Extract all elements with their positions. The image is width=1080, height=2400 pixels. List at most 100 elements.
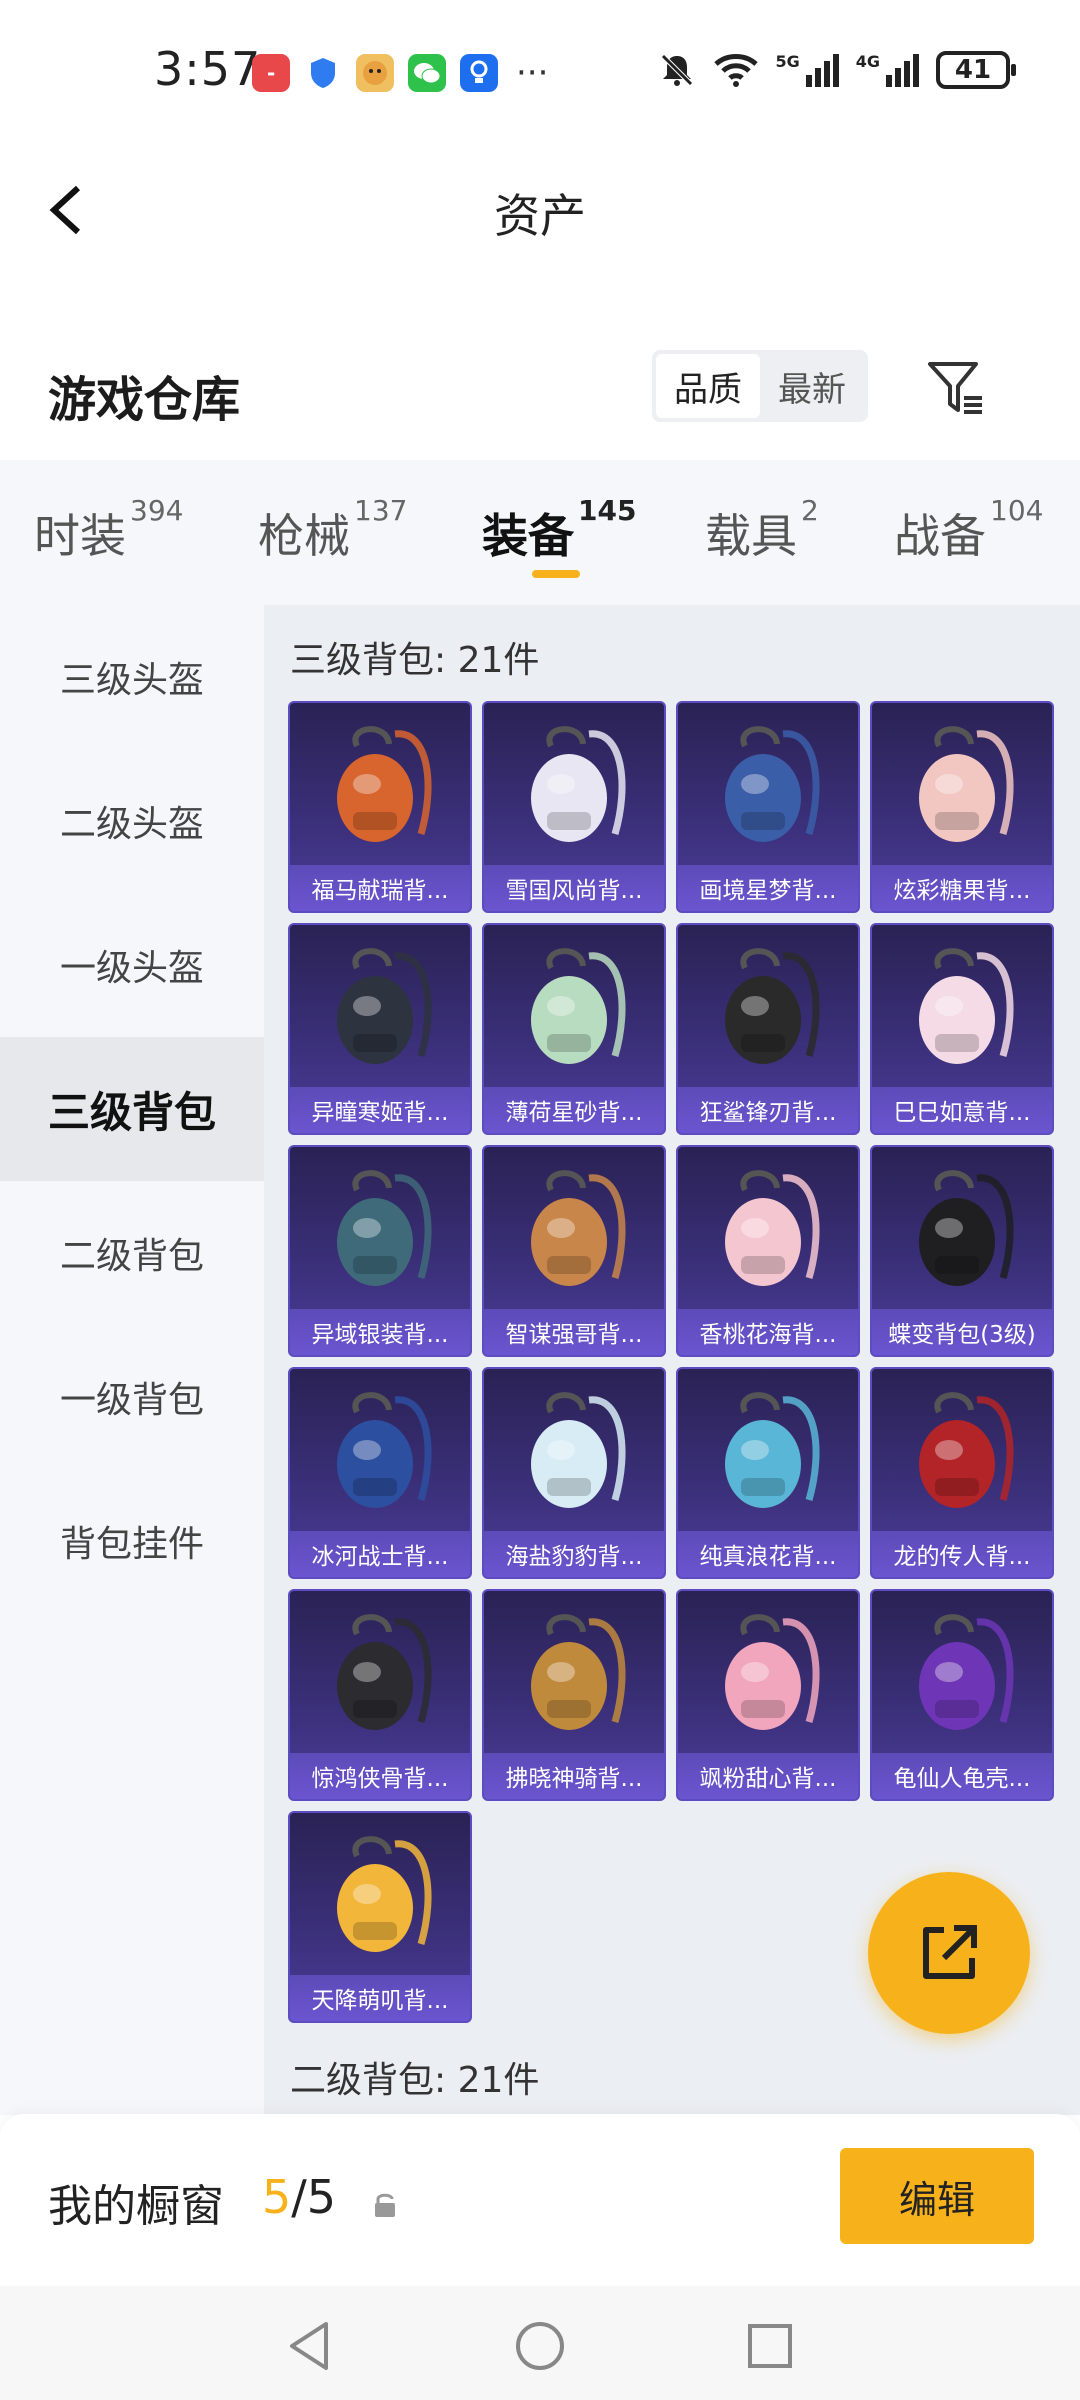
item-card[interactable]: 雪国风尚背... (482, 701, 666, 913)
tab-count: 137 (354, 494, 408, 527)
item-card[interactable]: 海盐豹豹背... (482, 1367, 666, 1579)
network-5g-label: 5G (775, 51, 800, 71)
sidebar-item-backpack-2[interactable]: 二级背包 (0, 1181, 264, 1325)
item-card[interactable]: 纯真浪花背... (676, 1367, 860, 1579)
sidebar-item-backpack-1[interactable]: 一级背包 (0, 1325, 264, 1469)
sidebar-item-helmet-2[interactable]: 二级头盔 (0, 749, 264, 893)
sidebar-item-helmet-1[interactable]: 一级头盔 (0, 893, 264, 1037)
network-4g-label: 4G (855, 51, 880, 71)
item-name: 纯真浪花背... (678, 1531, 858, 1577)
tab-label: 战备 (894, 509, 986, 563)
item-card[interactable]: 画境星梦背... (676, 701, 860, 913)
warehouse-title: 游戏仓库 (48, 372, 241, 428)
item-name: 龙的传人背... (872, 1531, 1052, 1577)
tab-gear[interactable]: 战备 104 (894, 494, 1043, 566)
nav-home-icon[interactable] (510, 2316, 570, 2376)
nav-recents-icon[interactable] (740, 2316, 800, 2376)
item-name: 福马献瑞背... (290, 865, 470, 911)
subcategory-sidebar: 三级头盔 二级头盔 一级头盔 三级背包 二级背包 一级背包 背包挂件 (0, 605, 264, 2115)
item-card[interactable]: 异域银装背... (288, 1145, 472, 1357)
signal-icon (886, 54, 919, 87)
tab-label: 载具 (705, 509, 797, 563)
item-name: 海盐豹豹背... (484, 1531, 664, 1577)
battery-icon: 41 (936, 51, 1016, 89)
showcase-count-current: 5 (262, 2170, 292, 2224)
edit-button[interactable]: 编辑 (840, 2148, 1034, 2244)
knight-backpack-icon (290, 1591, 470, 1757)
shield-icon (304, 54, 342, 92)
golden-backpack-icon (484, 1591, 664, 1757)
item-card[interactable]: 福马献瑞背... (288, 701, 472, 913)
nav-back-icon[interactable] (280, 2316, 340, 2376)
system-nav-bar (0, 2286, 1080, 2400)
seal-backpack-icon (484, 1369, 664, 1535)
item-card[interactable]: 炫彩糖果背... (870, 701, 1054, 913)
wifi-icon (714, 54, 759, 87)
item-name: 狂鲨锋刃背... (678, 1087, 858, 1133)
hamster-backpack-icon (484, 1147, 664, 1313)
tab-label: 时装 (34, 509, 126, 563)
app-header: 资产 (0, 150, 1080, 270)
item-name: 异瞳寒姬背... (290, 1087, 470, 1133)
item-card[interactable]: 巳巳如意背... (870, 923, 1054, 1135)
item-card[interactable]: 飒粉甜心背... (676, 1589, 860, 1801)
item-card[interactable]: 惊鸿侠骨背... (288, 1589, 472, 1801)
status-indicators: 5G 4G 41 (657, 50, 1016, 90)
status-bar: 3:57 ▬ ··· 5G 4G 41 (0, 0, 1080, 140)
sidebar-item-helmet-3[interactable]: 三级头盔 (0, 605, 264, 749)
group-label-backpack-3: 三级背包: 21件 (290, 640, 540, 681)
sort-quality-button[interactable]: 品质 (656, 354, 760, 418)
sidebar-item-backpack-3[interactable]: 三级背包 (0, 1037, 264, 1181)
showcase-bar: 我的橱窗 5/5 编辑 (0, 2114, 1080, 2286)
item-name: 薄荷星砂背... (484, 1087, 664, 1133)
dragon-backpack-icon (872, 1369, 1052, 1535)
sort-newest-button[interactable]: 最新 (760, 354, 864, 418)
mech-backpack-icon (290, 1147, 470, 1313)
item-card[interactable]: 冰河战士背... (288, 1367, 472, 1579)
page-title: 资产 (494, 189, 586, 243)
item-name: 龟仙人龟壳... (872, 1753, 1052, 1799)
item-name: 巳巳如意背... (872, 1087, 1052, 1133)
item-name: 香桃花海背... (678, 1309, 858, 1355)
wechat-icon (408, 54, 446, 92)
item-name: 智谋强哥背... (484, 1309, 664, 1355)
tab-count: 394 (130, 494, 184, 527)
tab-fashion[interactable]: 时装 394 (34, 494, 183, 566)
huawei-store-icon: ▬ (252, 54, 290, 92)
item-card[interactable]: 智谋强哥背... (482, 1145, 666, 1357)
item-card[interactable]: 异瞳寒姬背... (288, 923, 472, 1135)
item-card[interactable]: 薄荷星砂背... (482, 923, 666, 1135)
battery-level: 41 (954, 55, 992, 85)
item-card[interactable]: 蝶变背包(3级) (870, 1145, 1054, 1357)
warrior-backpack-icon (290, 1369, 470, 1535)
mute-icon (661, 54, 694, 86)
butterfly-backpack-icon (872, 1147, 1052, 1313)
wave-backpack-icon (678, 1369, 858, 1535)
item-card[interactable]: 龙的传人背... (870, 1367, 1054, 1579)
showcase-count: 5/5 (262, 2170, 336, 2224)
showcase-label: 我的橱窗 (48, 2181, 224, 2232)
peach-backpack-icon (678, 1147, 858, 1313)
tab-equipment[interactable]: 装备 145 (482, 494, 636, 566)
item-name: 画境星梦背... (678, 865, 858, 911)
showcase-count-total: /5 (291, 2170, 337, 2224)
category-tabs: 时装 394 枪械 137 装备 145 载具 2 战备 104 (0, 460, 1080, 605)
item-card[interactable]: 天降萌叽背... (288, 1811, 472, 2023)
item-card[interactable]: 拂晓神骑背... (482, 1589, 666, 1801)
tab-guns[interactable]: 枪械 137 (258, 494, 407, 566)
group-label-backpack-2: 二级背包: 21件 (290, 2060, 540, 2101)
item-card[interactable]: 狂鲨锋刃背... (676, 923, 860, 1135)
tab-label: 装备 (482, 509, 574, 563)
filter-icon[interactable] (924, 356, 986, 418)
pink-backpack-icon (678, 1591, 858, 1757)
tab-vehicles[interactable]: 载具 2 (705, 494, 819, 566)
item-card[interactable]: 龟仙人龟壳... (870, 1589, 1054, 1801)
share-button[interactable] (868, 1872, 1030, 2034)
doge-app-icon (356, 54, 394, 92)
lock-icon (375, 2193, 395, 2217)
yellow-backpack-icon (290, 1813, 470, 1979)
item-name: 冰河战士背... (290, 1531, 470, 1577)
item-card[interactable]: 香桃花海背... (676, 1145, 860, 1357)
sidebar-item-backpack-charm[interactable]: 背包挂件 (0, 1469, 264, 1613)
signal-icon (805, 54, 839, 87)
